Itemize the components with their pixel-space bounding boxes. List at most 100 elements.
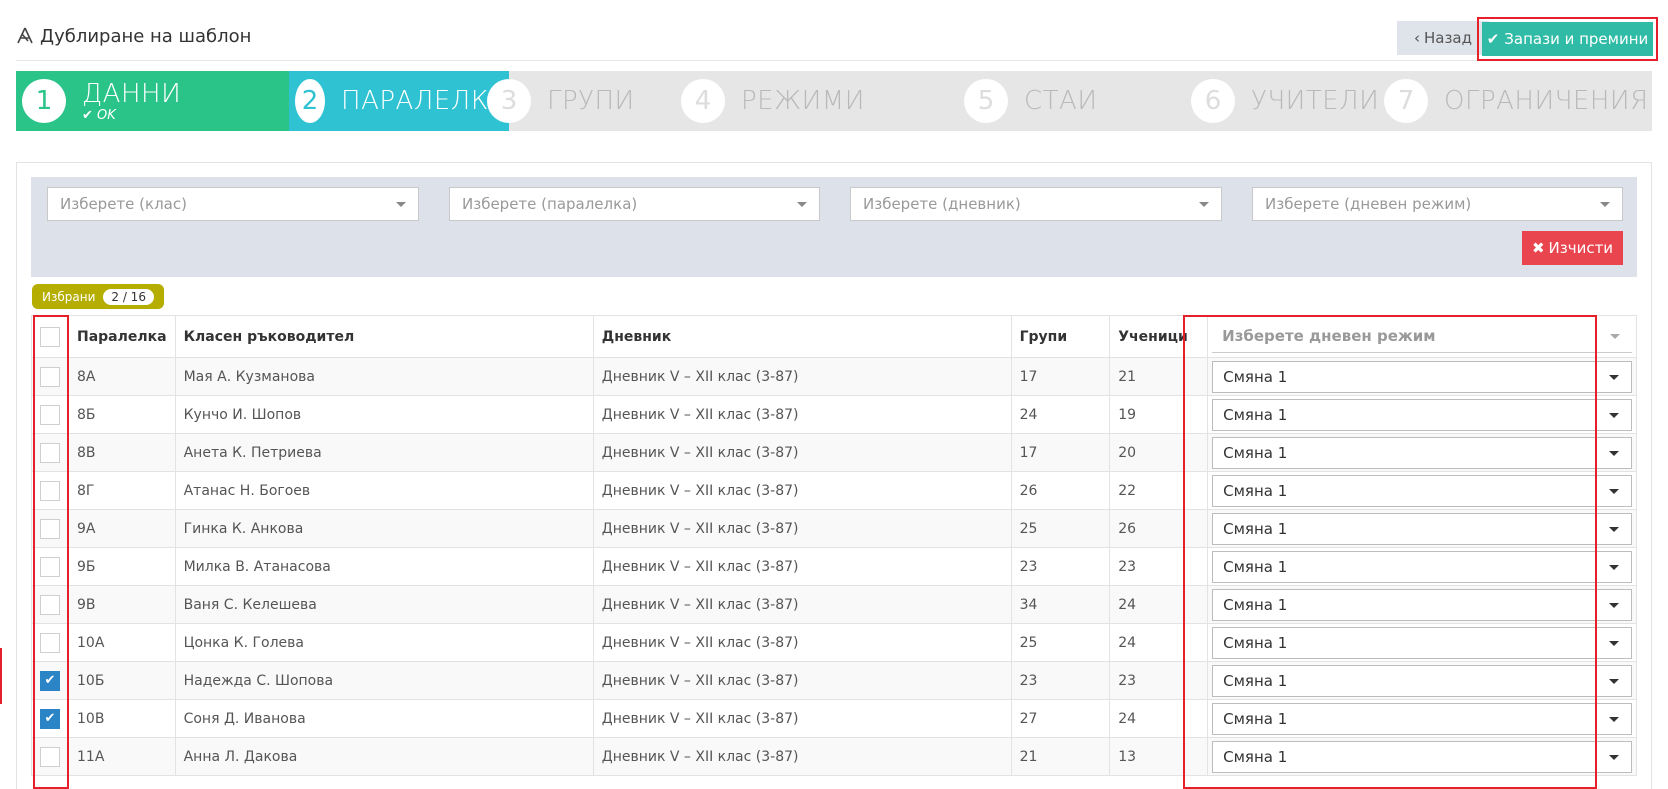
step-number: 3 [487,79,531,123]
cell-teacher: Цонка К. Голева [174,623,594,662]
cell-paralelka: 10В [68,699,176,738]
column-header-groups[interactable]: Групи [1010,315,1111,358]
cell-groups: 25 [1010,623,1111,662]
caret-down-icon [396,202,406,207]
clear-button-label: Изчисти [1548,239,1614,257]
cell-groups: 26 [1010,471,1111,510]
chevron-left-icon: ‹ [1413,29,1420,47]
caret-down-icon [1609,602,1619,608]
cell-diary: Дневник V – XII клас (3-87) [592,623,1012,662]
cell-groups: 23 [1010,547,1111,586]
cell-teacher: Надежда С. Шопова [174,661,594,700]
cell-paralelka: 9А [68,509,176,548]
column-header-diary[interactable]: Дневник [592,315,1012,358]
step-label: ОГРАНИЧЕНИЯ [1444,86,1649,116]
wizard-step-data[interactable]: 1 ДАННИ ✔ OK [16,71,289,131]
cell-teacher: Мая А. Кузманова [174,357,594,396]
step-label-text: ДАННИ [82,78,182,109]
page-title-text: Дублиране на шаблон [40,25,252,47]
selected-count-badge: Избрани 2 / 16 [32,284,164,309]
cell-groups: 27 [1010,699,1111,738]
cell-groups: 34 [1010,585,1111,624]
cell-diary: Дневник V – XII клас (3-87) [592,699,1012,738]
cell-paralelka: 8А [68,357,176,396]
paralelka-filter-select[interactable]: Изберете (паралелка) [449,187,820,221]
step-label: ГРУПИ [547,86,635,116]
cell-diary: Дневник V – XII клас (3-87) [592,585,1012,624]
cell-paralelka: 10Б [68,661,176,700]
cell-diary: Дневник V – XII клас (3-87) [592,547,1012,586]
step-status: ✔ OK [82,109,181,122]
wizard-steps: 1 ДАННИ ✔ OK 2 ПАРАЛЕЛКИ 3 ГРУПИ 4 РЕЖИМ… [16,71,1652,131]
mode-filter-select[interactable]: Изберете (дневен режим) [1252,187,1623,221]
caret-down-icon [1199,202,1209,207]
back-button-label: Назад [1423,29,1472,47]
cell-paralelka: 8В [68,433,176,472]
clear-filters-button[interactable]: ✖ Изчисти [1522,231,1623,265]
check-icon: ✔ [1486,30,1500,48]
cell-teacher: Анета К. Петриева [174,433,594,472]
step-label: СТАИ [1024,86,1098,116]
cell-diary: Дневник V – XII клас (3-87) [592,509,1012,548]
header-divider [16,60,1652,61]
cell-groups: 23 [1010,661,1111,700]
cell-teacher: Милка В. Атанасова [174,547,594,586]
wizard-step-modes[interactable]: 4 РЕЖИМИ [675,71,865,131]
step-number: 4 [681,79,725,123]
step-label: УЧИТЕЛИ [1251,86,1380,116]
diary-filter-placeholder: Изберете (дневник) [863,195,1021,213]
column-header-teacher[interactable]: Класен ръководител [174,315,594,358]
caret-down-icon [1609,678,1619,684]
caret-down-icon [1609,412,1619,418]
cell-paralelka: 9Б [68,547,176,586]
caret-down-icon [1610,334,1620,339]
caret-down-icon [797,202,807,207]
cell-teacher: Гинка К. Анкова [174,509,594,548]
cell-diary: Дневник V – XII клас (3-87) [592,357,1012,396]
step-status-text: OK [97,107,116,123]
column-header-paralelka[interactable]: Паралелка [68,315,176,358]
wizard-step-teachers[interactable]: 6 УЧИТЕЛИ [1185,71,1379,131]
caret-down-icon [1609,754,1619,760]
cell-diary: Дневник V – XII клас (3-87) [592,737,1012,776]
cell-groups: 25 [1010,509,1111,548]
cell-paralelka: 8Б [68,395,176,434]
cell-groups: 17 [1010,357,1111,396]
caret-down-icon [1609,450,1619,456]
wizard-step-paralelki[interactable]: 2 ПАРАЛЕЛКИ [289,71,509,131]
step-label: ДАННИ ✔ OK [82,81,181,122]
selected-label: Избрани [42,289,96,304]
highlight-checkbox-column [33,315,69,789]
edge-marker [0,648,2,704]
cell-groups: 17 [1010,433,1111,472]
step-number: 2 [295,79,326,123]
step-number: 6 [1191,79,1235,123]
caret-down-icon [1609,526,1619,532]
cell-groups: 24 [1010,395,1111,434]
wizard-step-restrictions[interactable]: 7 ОГРАНИЧЕНИЯ [1378,71,1649,131]
highlight-mode-column [1183,315,1597,789]
save-and-continue-button[interactable]: ✔ Запази и премини [1477,17,1658,61]
filters-bar: Изберете (клас) Изберете (паралелка) Изб… [31,177,1637,277]
step-number: 1 [22,79,66,123]
wizard-step-rooms[interactable]: 5 СТАИ [958,71,1097,131]
close-icon: ✖ [1531,239,1545,257]
diary-filter-select[interactable]: Изберете (дневник) [850,187,1222,221]
class-filter-select[interactable]: Изберете (клас) [47,187,419,221]
step-number: 7 [1384,79,1428,123]
paralelka-filter-placeholder: Изберете (паралелка) [462,195,638,213]
cell-paralelka: 8Г [68,471,176,510]
caret-down-icon [1600,202,1610,207]
cell-teacher: Анна Л. Дакова [174,737,594,776]
caret-down-icon [1609,716,1619,722]
page-title: Дублиране на шаблон [16,22,251,50]
caret-down-icon [1609,640,1619,646]
selected-count: 2 / 16 [103,288,154,305]
wizard-step-groups[interactable]: 3 ГРУПИ [481,71,635,131]
back-button[interactable]: ‹ Назад [1397,21,1489,55]
check-icon: ✔ [82,107,98,123]
cell-teacher: Соня Д. Иванова [174,699,594,738]
save-button-label: Запази и премини [1504,30,1649,48]
cell-teacher: Атанас Н. Богоев [174,471,594,510]
cell-teacher: Ваня С. Келешева [174,585,594,624]
